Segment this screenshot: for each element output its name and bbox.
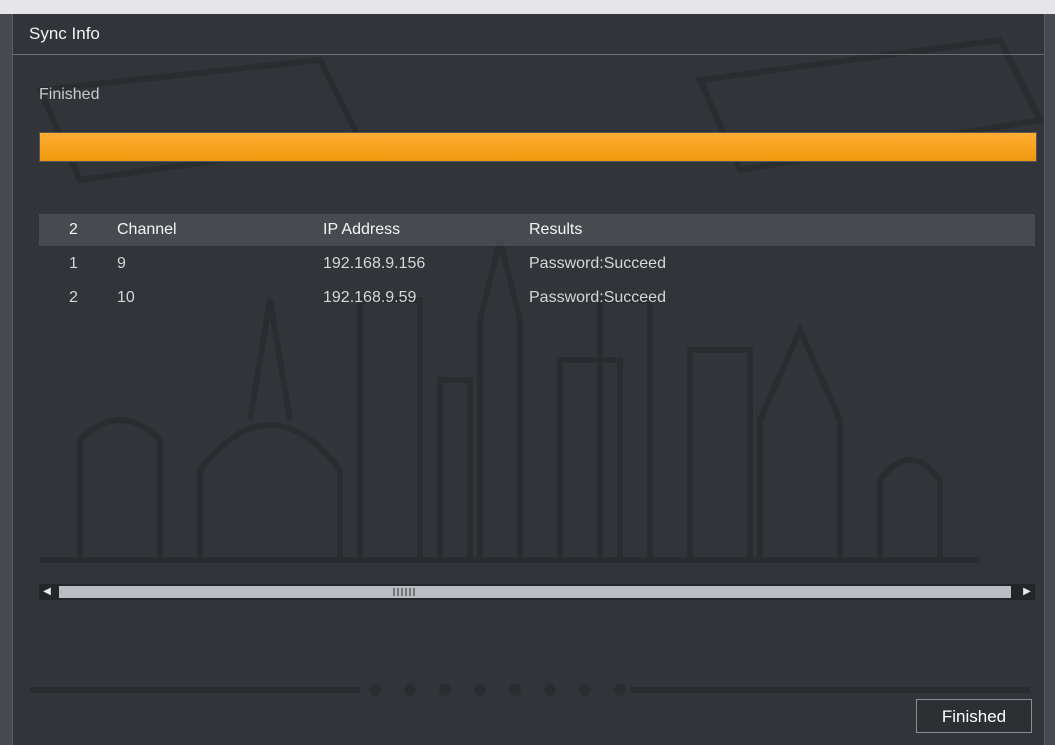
dialog-title: Sync Info <box>13 14 1044 55</box>
row-channel: 9 <box>117 255 126 272</box>
sync-progress-fill <box>40 133 1036 161</box>
sync-status-text: Finished <box>39 86 100 103</box>
header-count: 2 <box>69 221 78 238</box>
table-header: 2 Channel IP Address Results <box>39 214 1035 246</box>
row-result: Password:Succeed <box>529 289 666 306</box>
sync-progress-bar <box>39 132 1037 162</box>
scrollbar-grip-icon <box>393 588 415 596</box>
results-table: 2 Channel IP Address Results 1 9 192.168… <box>39 214 1035 594</box>
row-index: 1 <box>69 255 78 272</box>
horizontal-scrollbar[interactable]: ◀ ▶ <box>39 584 1035 600</box>
header-results[interactable]: Results <box>529 214 582 246</box>
row-channel: 10 <box>117 289 135 306</box>
table-row[interactable]: 2 10 192.168.9.59 Password:Succeed <box>39 282 1035 316</box>
finished-button[interactable]: Finished <box>916 699 1032 733</box>
scroll-right-arrow-icon[interactable]: ▶ <box>1019 584 1035 600</box>
sync-info-dialog: Sync Info Finished 2 Channel IP Address … <box>12 14 1045 745</box>
row-result: Password:Succeed <box>529 255 666 272</box>
row-ip-address: 192.168.9.156 <box>323 255 426 272</box>
row-ip-address: 192.168.9.59 <box>323 289 417 306</box>
table-row[interactable]: 1 9 192.168.9.156 Password:Succeed <box>39 248 1035 282</box>
header-ip-address[interactable]: IP Address <box>323 214 400 246</box>
scrollbar-thumb[interactable] <box>59 586 1011 598</box>
scroll-left-arrow-icon[interactable]: ◀ <box>39 584 55 600</box>
header-channel[interactable]: Channel <box>117 214 177 246</box>
row-index: 2 <box>69 289 78 306</box>
